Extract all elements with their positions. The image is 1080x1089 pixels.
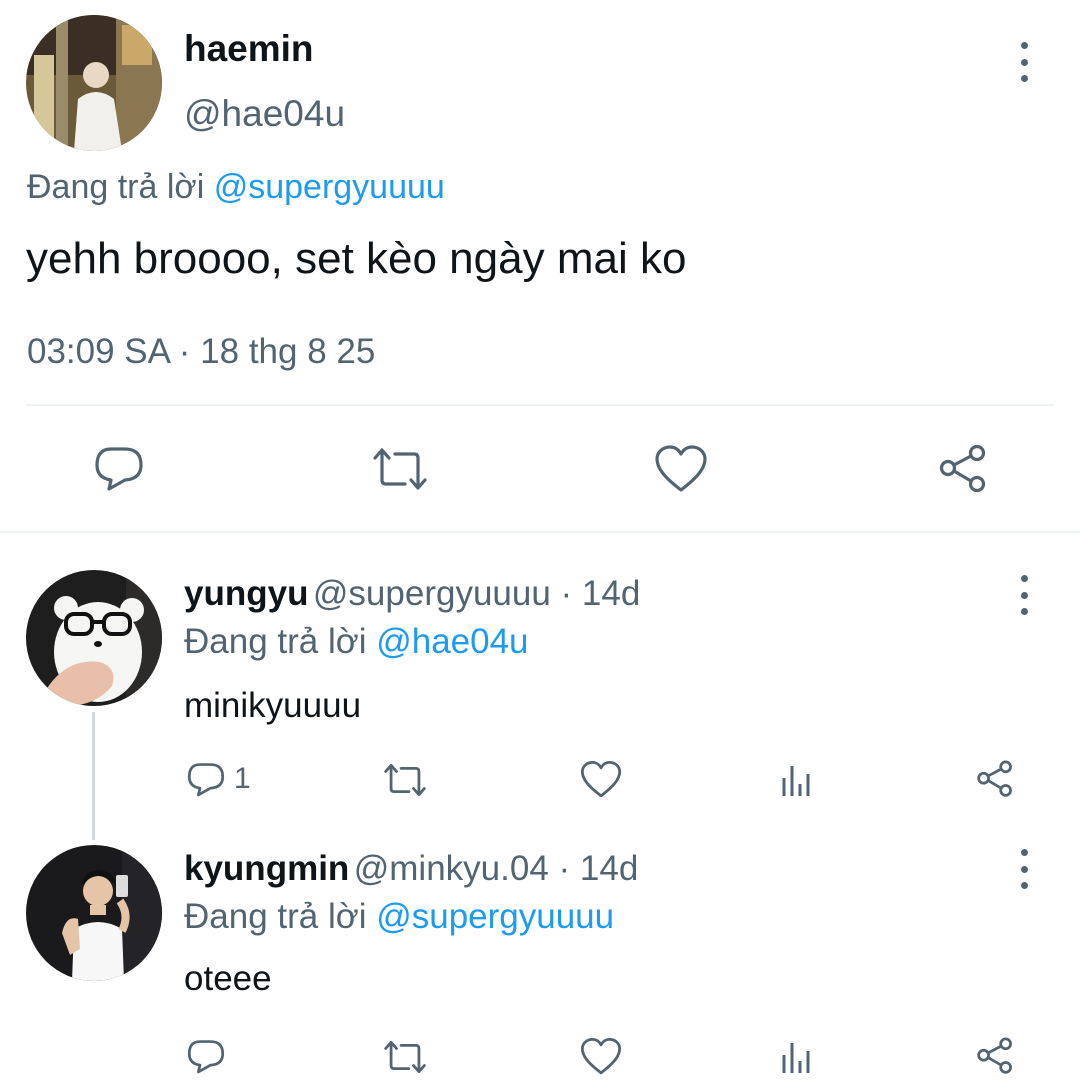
retweet-icon[interactable] — [369, 446, 431, 492]
divider — [0, 531, 1080, 533]
reply-age: · 14d — [550, 574, 641, 613]
share-icon[interactable] — [937, 444, 989, 494]
replying-to-label: Đang trả lời — [184, 897, 377, 936]
reply-icon[interactable] — [186, 1037, 234, 1075]
display-name[interactable]: yungyu — [184, 574, 308, 613]
reply-icon[interactable]: 1 — [186, 760, 251, 798]
tweet-text: minikyuuuu — [184, 686, 362, 725]
mention-link[interactable]: @supergyuuuu — [376, 897, 614, 936]
user-handle[interactable]: @minkyu.04 — [354, 849, 549, 888]
display-name[interactable]: haemin — [184, 28, 314, 70]
more-options-icon[interactable] — [1012, 42, 1036, 82]
user-handle[interactable]: @hae04u — [184, 93, 345, 135]
replying-to: Đang trả lời @hae04u — [184, 622, 529, 662]
reply-header: kyungmin @minkyu.04 · 14d — [184, 849, 638, 889]
display-name[interactable]: kyungmin — [184, 849, 349, 888]
reply-header: yungyu @supergyuuuu · 14d — [184, 574, 640, 614]
mention-link[interactable]: @hae04u — [376, 622, 528, 661]
avatar[interactable] — [26, 15, 162, 151]
share-icon[interactable] — [975, 760, 1015, 798]
mention-link[interactable]: @supergyuuuu — [214, 168, 445, 206]
reply-age: · 14d — [548, 849, 639, 888]
tweet-text: yehh broooo, set kèo ngày mai ko — [26, 234, 687, 283]
tweet-timestamp[interactable]: 03:09 SA · 18 thg 8 25 — [27, 332, 375, 372]
replying-to: Đang trả lời @supergyuuuu — [184, 897, 614, 937]
share-icon[interactable] — [975, 1037, 1015, 1075]
like-icon[interactable] — [580, 760, 622, 799]
replying-to-label: Đang trả lời — [184, 622, 377, 661]
reply-icon[interactable] — [93, 443, 145, 493]
divider — [26, 404, 1054, 406]
views-icon[interactable] — [780, 1039, 814, 1075]
like-icon[interactable] — [580, 1037, 622, 1076]
retweet-icon[interactable] — [381, 1039, 429, 1075]
more-options-icon[interactable] — [1012, 849, 1036, 889]
replying-to: Đang trả lời @supergyuuuu — [27, 168, 445, 207]
replying-to-label: Đang trả lời — [27, 168, 214, 206]
views-icon[interactable] — [780, 762, 814, 798]
like-icon[interactable] — [654, 444, 708, 494]
user-handle[interactable]: @supergyuuuu — [313, 574, 551, 613]
retweet-icon[interactable] — [381, 762, 429, 798]
tweet-text: oteee — [184, 959, 272, 998]
avatar[interactable] — [26, 845, 162, 981]
avatar[interactable] — [26, 570, 162, 706]
more-options-icon[interactable] — [1012, 575, 1036, 615]
reply-count: 1 — [234, 762, 251, 795]
thread-line — [92, 712, 95, 840]
